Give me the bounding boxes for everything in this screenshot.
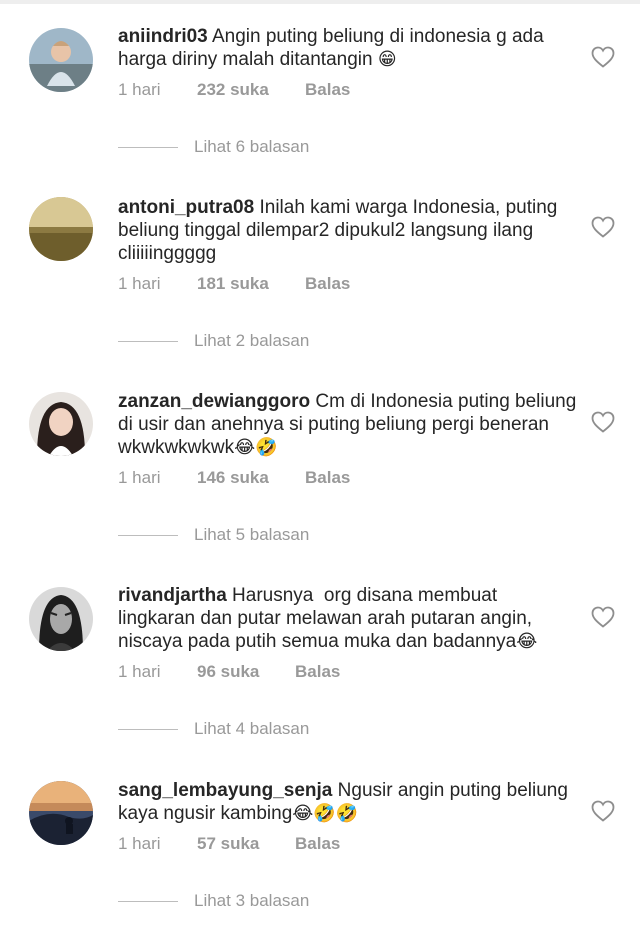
comment-emoji: 😂🤣🤣 bbox=[292, 803, 359, 824]
comment-time: 1 hari bbox=[118, 834, 161, 853]
replies-divider bbox=[118, 147, 178, 148]
comment-time: 1 hari bbox=[118, 80, 161, 99]
comment-username[interactable]: antoni_putra08 bbox=[118, 197, 254, 218]
reply-button[interactable]: Balas bbox=[295, 833, 340, 855]
avatar[interactable] bbox=[29, 392, 93, 456]
avatar[interactable] bbox=[29, 28, 93, 92]
replies-divider bbox=[118, 729, 178, 730]
reply-button[interactable]: Balas bbox=[295, 661, 340, 683]
view-replies-label[interactable]: Lihat 5 balasan bbox=[194, 524, 309, 546]
view-replies-label[interactable]: Lihat 2 balasan bbox=[194, 330, 309, 352]
comment-time: 1 hari bbox=[118, 662, 161, 681]
top-divider bbox=[0, 0, 640, 4]
comment-time: 1 hari bbox=[118, 274, 161, 293]
reply-button[interactable]: Balas bbox=[305, 79, 350, 101]
like-heart-icon[interactable] bbox=[591, 216, 615, 238]
avatar[interactable] bbox=[29, 587, 93, 651]
comment-time: 1 hari bbox=[118, 468, 161, 487]
like-heart-icon[interactable] bbox=[591, 46, 615, 68]
comment-likes[interactable]: 57 suka bbox=[197, 833, 259, 855]
replies-divider bbox=[118, 535, 178, 536]
view-replies-label[interactable]: Lihat 3 balasan bbox=[194, 890, 309, 912]
comment-text-block: antoni_putra08 Inilah kami warga Indones… bbox=[118, 196, 578, 265]
view-replies-label[interactable]: Lihat 4 balasan bbox=[194, 718, 309, 740]
comment-likes[interactable]: 96 suka bbox=[197, 661, 259, 683]
comment-likes[interactable]: 232 suka bbox=[197, 79, 269, 101]
replies-divider bbox=[118, 901, 178, 902]
comment-text-block: zanzan_dewianggoro Cm di Indonesia putin… bbox=[118, 390, 578, 459]
comment-username[interactable]: zanzan_dewianggoro bbox=[118, 391, 310, 412]
like-heart-icon[interactable] bbox=[591, 411, 615, 433]
comment-text-block: rivandjartha Harusnya org disana membuat… bbox=[118, 584, 578, 653]
comment-emoji: 😂 bbox=[516, 631, 538, 652]
comment-likes[interactable]: 146 suka bbox=[197, 467, 269, 489]
avatar[interactable] bbox=[29, 197, 93, 261]
comment-emoji: 😁 bbox=[377, 49, 397, 70]
like-heart-icon[interactable] bbox=[591, 800, 615, 822]
reply-button[interactable]: Balas bbox=[305, 467, 350, 489]
comment-username[interactable]: aniindri03 bbox=[118, 26, 208, 47]
replies-divider bbox=[118, 341, 178, 342]
view-replies-label[interactable]: Lihat 6 balasan bbox=[194, 136, 309, 158]
avatar[interactable] bbox=[29, 781, 93, 845]
comment-username[interactable]: sang_lembayung_senja bbox=[118, 780, 332, 801]
comment-emoji: 😂🤣 bbox=[234, 437, 278, 458]
comment-text-block: sang_lembayung_senja Ngusir angin puting… bbox=[118, 779, 578, 825]
comment-username[interactable]: rivandjartha bbox=[118, 585, 227, 606]
reply-button[interactable]: Balas bbox=[305, 273, 350, 295]
like-heart-icon[interactable] bbox=[591, 606, 615, 628]
comment-text-block: aniindri03 Angin puting beliung di indon… bbox=[118, 25, 578, 71]
comment-likes[interactable]: 181 suka bbox=[197, 273, 269, 295]
